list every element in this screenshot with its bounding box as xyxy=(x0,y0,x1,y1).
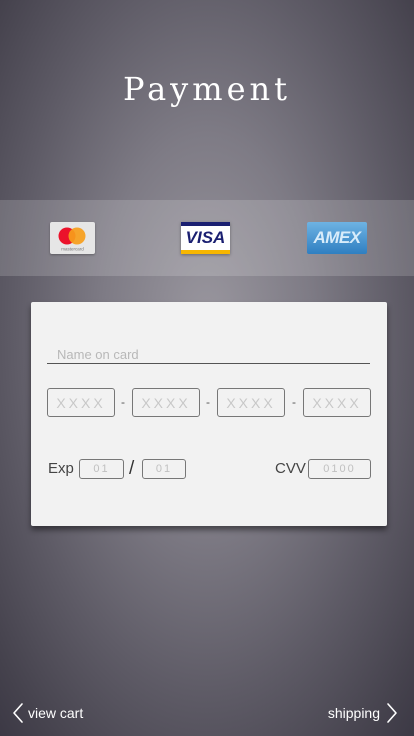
shipping-button[interactable]: shipping xyxy=(328,702,398,724)
visa-bottom-band xyxy=(181,250,230,254)
card-brand-strip: mastercard VISA AMEX xyxy=(0,200,414,276)
page-title: Payment xyxy=(123,70,291,108)
card-number-input-3[interactable] xyxy=(217,388,285,417)
exp-label: Exp xyxy=(48,460,74,477)
mastercard-wordmark: mastercard xyxy=(61,247,84,252)
amex-wordmark: AMEX xyxy=(313,228,361,247)
card-number-input-2[interactable] xyxy=(132,388,200,417)
chevron-left-icon xyxy=(13,703,23,723)
name-on-card-input[interactable] xyxy=(47,346,370,364)
view-cart-label: view cart xyxy=(28,705,84,721)
chevron-right-icon xyxy=(387,703,397,723)
exp-slash: / xyxy=(129,458,135,479)
view-cart-button[interactable]: view cart xyxy=(12,702,83,724)
payment-form: - - - Exp / CVV xyxy=(31,302,387,526)
amex-logo[interactable]: AMEX xyxy=(307,222,367,254)
card-number-separator: - xyxy=(292,395,296,409)
mastercard-logo[interactable]: mastercard xyxy=(50,222,95,254)
visa-wordmark: VISA xyxy=(185,228,226,247)
card-number-separator: - xyxy=(206,395,210,409)
shipping-label: shipping xyxy=(327,705,380,721)
cvv-label: CVV xyxy=(275,460,306,477)
card-number-input-4[interactable] xyxy=(303,388,371,417)
card-number-separator: - xyxy=(121,395,125,409)
cvv-input[interactable] xyxy=(308,459,371,479)
visa-logo[interactable]: VISA xyxy=(181,222,230,254)
card-number-input-1[interactable] xyxy=(47,388,115,417)
exp-year-input[interactable] xyxy=(142,459,186,479)
mastercard-icon: mastercard xyxy=(58,227,86,252)
exp-month-input[interactable] xyxy=(79,459,124,479)
visa-top-band xyxy=(181,222,230,226)
